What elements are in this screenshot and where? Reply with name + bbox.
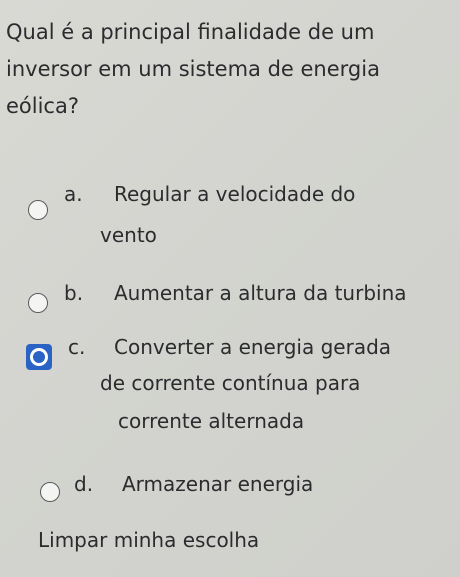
option-a-text-line-1: Regular a velocidade do <box>114 182 356 206</box>
radio-c-checked[interactable] <box>26 344 52 370</box>
question-line-2: inversor em um sistema de energia <box>6 57 380 81</box>
question-line-1: Qual é a principal finalidade de um <box>6 20 375 44</box>
option-d-letter: d. <box>74 472 94 496</box>
option-b-letter: b. <box>64 281 84 305</box>
option-d-text-line-1: Armazenar energia <box>122 472 314 496</box>
question-text: Qual é a principal finalidade de um inve… <box>6 14 426 125</box>
option-c-text-line-3: corrente alternada <box>118 409 305 433</box>
clear-choice-link[interactable]: Limpar minha escolha <box>38 522 259 558</box>
radio-d[interactable] <box>40 482 60 502</box>
option-c-text-line-1: Converter a energia gerada <box>114 335 392 359</box>
radio-b[interactable] <box>28 293 48 313</box>
option-b-text-line-1: Aumentar a altura da turbina <box>114 281 407 305</box>
option-a-text-line-2: vento <box>100 223 157 247</box>
radio-a[interactable] <box>28 200 48 220</box>
option-c-letter: c. <box>68 335 86 359</box>
option-a-letter: a. <box>64 182 83 206</box>
option-c-text-line-2: de corrente contínua para <box>100 371 361 395</box>
question-line-3: eólica? <box>6 94 79 118</box>
